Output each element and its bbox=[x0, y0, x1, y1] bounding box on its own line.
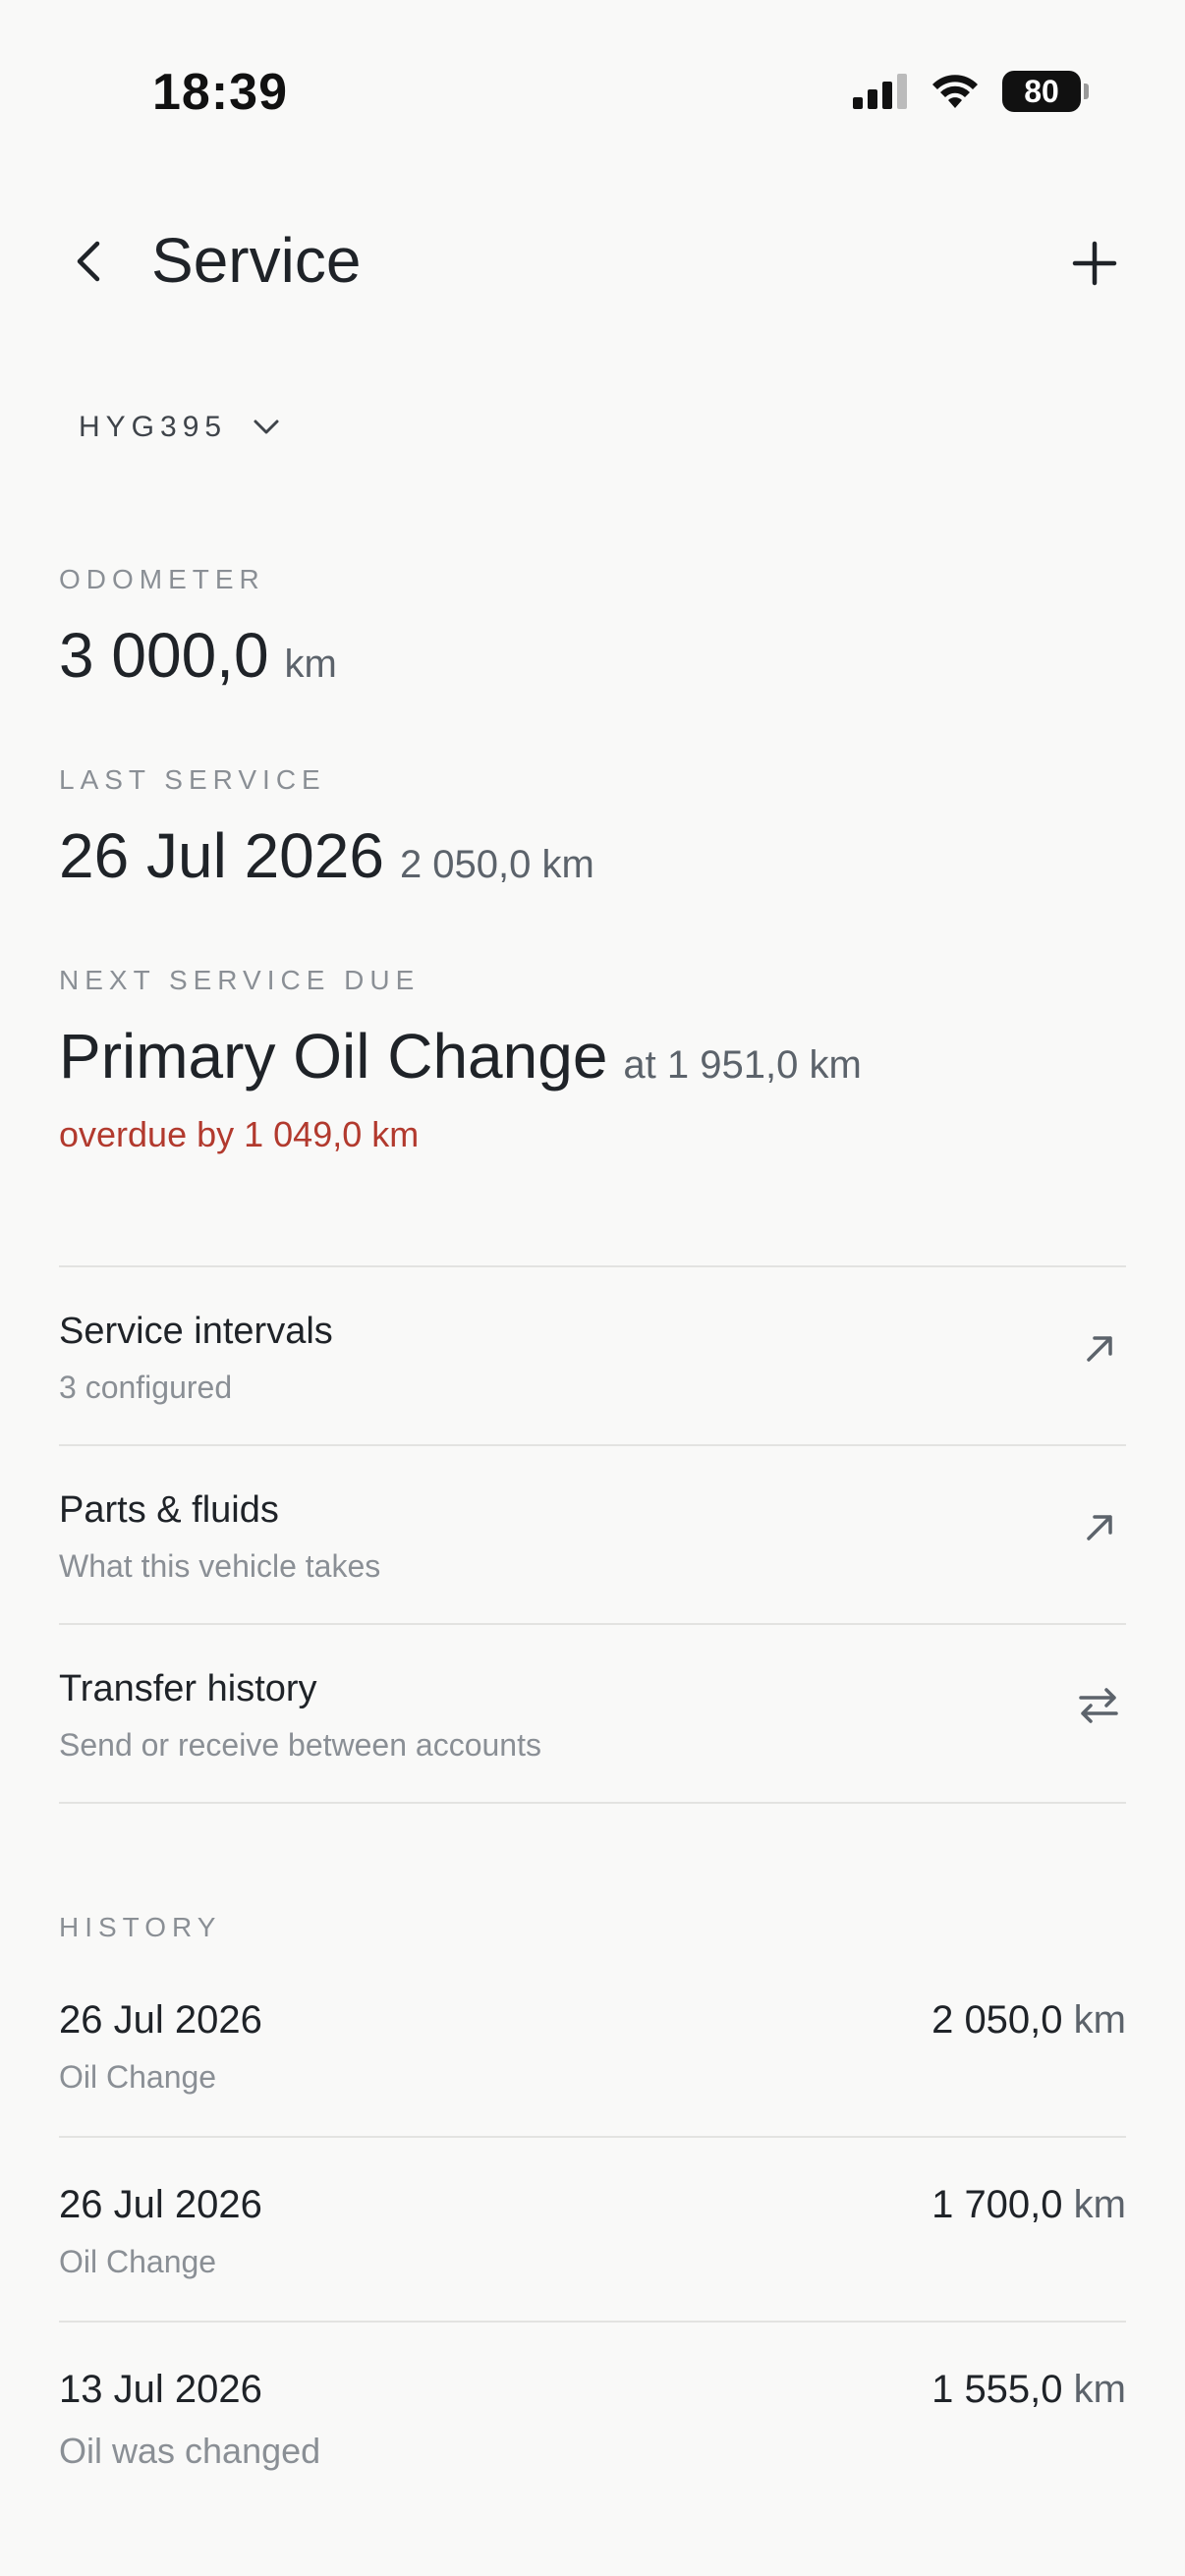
history-date: 26 Jul 2026 bbox=[59, 2183, 262, 2226]
link-subtitle: 3 configured bbox=[59, 1370, 233, 1405]
history-label: HISTORY bbox=[59, 1912, 222, 1942]
odometer-unit: km bbox=[284, 643, 337, 686]
status-icons: 80 bbox=[853, 71, 1089, 112]
add-button[interactable] bbox=[1063, 232, 1126, 295]
history-row[interactable]: 13 Jul 2026 Oil was changed 1 555,0 km bbox=[59, 2354, 1126, 2537]
status-time: 18:39 bbox=[152, 64, 288, 121]
odometer-value-group: 3 000,0 km bbox=[59, 619, 337, 692]
history-km-value: 1 700,0 bbox=[931, 2183, 1063, 2226]
last-service-date: 26 Jul 2026 bbox=[59, 820, 384, 891]
history-row[interactable]: 26 Jul 2026 Oil Change 1 700,0 km bbox=[59, 2169, 1126, 2352]
history-km: 2 050,0 km bbox=[931, 1998, 1126, 2043]
history-km-unit: km bbox=[1073, 2183, 1126, 2226]
odometer-value: 3 000,0 bbox=[59, 620, 269, 691]
history-km: 1 700,0 km bbox=[931, 2183, 1126, 2227]
vehicle-plate: HYG395 bbox=[79, 411, 228, 443]
divider bbox=[59, 2136, 1126, 2138]
divider bbox=[59, 1802, 1126, 1804]
last-service-km: 2 050,0 km bbox=[399, 843, 594, 886]
history-desc: Oil Change bbox=[59, 2059, 217, 2095]
history-km-value: 1 555,0 bbox=[931, 2368, 1063, 2411]
link-title: Transfer history bbox=[59, 1668, 317, 1709]
parts-fluids-link[interactable]: Parts & fluids What this vehicle takes bbox=[59, 1446, 1126, 1623]
history-desc: Oil was changed bbox=[59, 2431, 321, 2471]
service-intervals-link[interactable]: Service intervals 3 configured bbox=[59, 1267, 1126, 1444]
vehicle-selector[interactable]: HYG395 bbox=[79, 411, 280, 444]
next-service-group: Primary Oil Change at 1 951,0 km bbox=[59, 1020, 862, 1092]
battery-level: 80 bbox=[1024, 73, 1059, 109]
back-button[interactable] bbox=[59, 232, 118, 291]
odometer-label: ODOMETER bbox=[59, 564, 265, 594]
link-subtitle: Send or receive between accounts bbox=[59, 1727, 541, 1763]
history-km-unit: km bbox=[1073, 1998, 1126, 2042]
wifi-icon bbox=[932, 75, 978, 108]
plus-icon bbox=[1072, 241, 1117, 286]
swap-arrows-icon bbox=[1079, 1688, 1118, 1723]
signal-icon bbox=[853, 74, 907, 109]
history-km-value: 2 050,0 bbox=[931, 1998, 1063, 2042]
divider bbox=[59, 2321, 1126, 2323]
history-desc: Oil Change bbox=[59, 2244, 217, 2279]
history-km-unit: km bbox=[1073, 2368, 1126, 2411]
last-service-label: LAST SERVICE bbox=[59, 764, 326, 795]
last-service-group: 26 Jul 2026 2 050,0 km bbox=[59, 819, 594, 892]
history-date: 26 Jul 2026 bbox=[59, 1998, 262, 2042]
next-service-at: at 1 951,0 km bbox=[623, 1043, 862, 1087]
page-title: Service bbox=[151, 225, 362, 296]
link-title: Parts & fluids bbox=[59, 1489, 279, 1531]
arrow-up-right-icon bbox=[1087, 1515, 1112, 1540]
arrow-up-right-icon bbox=[1087, 1336, 1112, 1362]
next-service-name: Primary Oil Change bbox=[59, 1021, 608, 1092]
battery-icon: 80 bbox=[1002, 71, 1089, 112]
history-date: 13 Jul 2026 bbox=[59, 2368, 262, 2411]
transfer-history-link[interactable]: Transfer history Send or receive between… bbox=[59, 1625, 1126, 1802]
link-title: Service intervals bbox=[59, 1311, 333, 1352]
history-km: 1 555,0 km bbox=[931, 2368, 1126, 2412]
link-subtitle: What this vehicle takes bbox=[59, 1548, 381, 1584]
chevron-left-icon bbox=[77, 241, 100, 282]
service-screen: 18:39 80 Service HYG395 ODOMETER 3 000,0… bbox=[0, 0, 1185, 2576]
next-service-label: NEXT SERVICE DUE bbox=[59, 965, 421, 995]
overdue-warning: overdue by 1 049,0 km bbox=[59, 1114, 420, 1154]
history-row[interactable]: 26 Jul 2026 Oil Change 2 050,0 km bbox=[59, 1985, 1126, 2167]
chevron-down-icon bbox=[254, 420, 279, 434]
